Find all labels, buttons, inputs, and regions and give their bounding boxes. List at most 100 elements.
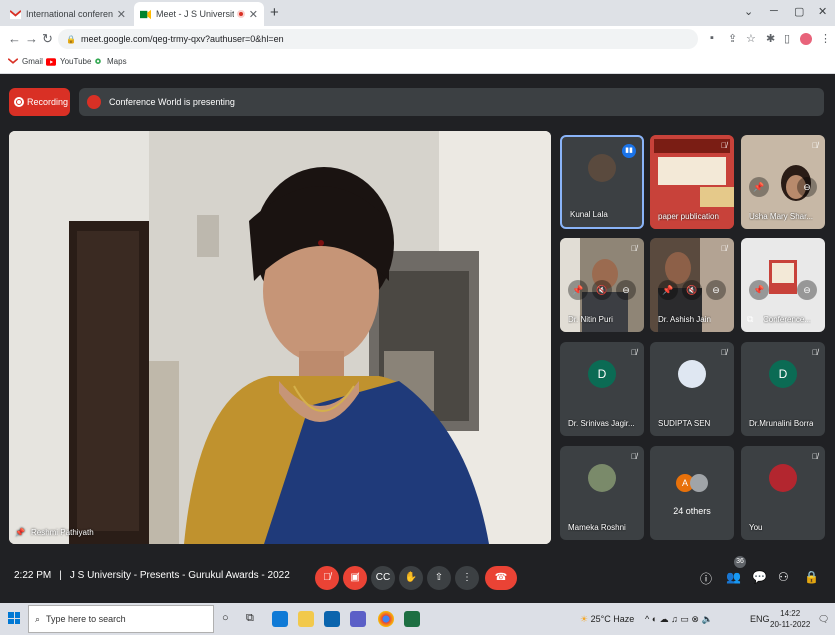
close-icon[interactable]: ✕	[117, 8, 126, 21]
pin-icon[interactable]: 📌	[749, 280, 769, 300]
pin-icon[interactable]: 📌	[568, 280, 588, 300]
participant-tile[interactable]: 🎙̸ SUDIPTA SEN	[650, 342, 734, 436]
forward-icon[interactable]: →	[25, 31, 38, 46]
camera-toggle-button[interactable]: ▣̸	[343, 566, 367, 590]
maximize-button[interactable]: ▢	[794, 5, 804, 18]
participant-tile[interactable]: 🎙̸ paper publication	[650, 135, 734, 229]
tab-meet[interactable]: Meet - J S University - Presen ✕	[134, 2, 264, 26]
tab-mail[interactable]: International conference Mail ✕	[4, 2, 132, 26]
remove-icon[interactable]: ⊖	[616, 280, 636, 300]
bookmark-youtube[interactable]: YouTube	[46, 57, 91, 66]
participant-tile[interactable]: 🎙̸ D Dr. Srinivas Jagir...	[560, 342, 644, 436]
meeting-time: 2:22 PM	[14, 570, 52, 581]
mute-icon[interactable]: 🔇	[682, 280, 702, 300]
chrome-icon[interactable]	[378, 611, 394, 627]
weather-widget[interactable]: ☀ 25°C Haze	[580, 614, 634, 625]
meeting-control-bar: 2:22 PM | J S University - Presents - Gu…	[0, 553, 835, 603]
pin-icon[interactable]: 📌	[749, 177, 769, 197]
camera-icon[interactable]: ▪	[710, 32, 714, 44]
present-button[interactable]: ⇧	[427, 566, 451, 590]
search-icon: ⌕	[35, 613, 41, 624]
participant-tile[interactable]: 🎙̸ Mameka Roshni	[560, 446, 644, 540]
participant-tile[interactable]: 🎙̸ 📌 🔇 ⊖ Dr. Nitin Puri	[560, 238, 644, 332]
participant-tile[interactable]: 🎙̸ 📌 ⊖ Usha Mary Shar...	[741, 135, 825, 229]
new-tab-button[interactable]: +	[270, 4, 279, 21]
muted-mic-icon: 🎙̸	[812, 452, 818, 461]
participant-tile[interactable]: 📌 ⊖ Conference... ⧉	[741, 238, 825, 332]
close-window-button[interactable]: ✕	[818, 5, 827, 18]
url-input[interactable]: 🔒 meet.google.com/qeg-trmy-qxv?authuser=…	[58, 29, 698, 49]
star-icon[interactable]: ☆	[746, 32, 756, 45]
bookmark-maps[interactable]: Maps	[93, 57, 127, 66]
teams-icon[interactable]	[350, 611, 366, 627]
host-controls-icon[interactable]: 🔒	[804, 570, 819, 584]
muted-mic-icon: 🎙̸	[812, 348, 818, 357]
excel-icon[interactable]	[404, 611, 420, 627]
muted-mic-icon: 🎙̸	[631, 452, 637, 461]
remove-icon[interactable]: ⊖	[797, 280, 817, 300]
recording-button[interactable]: Recording	[9, 88, 70, 116]
muted-mic-icon: 🎙̸	[631, 244, 637, 253]
tile-controls: 📌 🔇 ⊖	[568, 280, 636, 300]
info-icon[interactable]: ⓘ	[700, 570, 712, 587]
file-explorer-icon[interactable]	[298, 611, 314, 627]
participant-tile[interactable]: 🎙̸ 📌 🔇 ⊖ Dr. Ashish Jain	[650, 238, 734, 332]
record-icon	[14, 97, 24, 107]
minimize-button[interactable]: ─	[770, 5, 778, 17]
tab-search-icon[interactable]: ⌄	[744, 5, 753, 18]
raise-hand-button[interactable]: ✋	[399, 566, 423, 590]
edge-icon[interactable]	[272, 611, 288, 627]
people-icon[interactable]: 👥	[726, 570, 741, 584]
tab-title: International conference Mail	[26, 9, 113, 19]
windows-start-icon[interactable]	[8, 612, 20, 624]
others-tile[interactable]: A 24 others	[650, 446, 734, 540]
meeting-title: J S University - Presents - Gurukul Awar…	[69, 570, 290, 581]
notification-icon[interactable]: 🗨	[818, 614, 829, 625]
mail-icon[interactable]	[324, 611, 340, 627]
gmail-icon	[10, 9, 21, 19]
pin-icon[interactable]: 📌	[658, 280, 678, 300]
taskbar-search-input[interactable]: ⌕ Type here to search	[28, 605, 214, 633]
reload-icon[interactable]: ↻	[42, 31, 53, 47]
youtube-icon	[46, 57, 56, 66]
activities-icon[interactable]: ⚇	[778, 570, 789, 584]
presenting-banner: Conference World is presenting	[79, 88, 824, 116]
muted-mic-icon: 🎙̸	[721, 244, 727, 253]
participant-avatar	[588, 153, 616, 182]
share-icon[interactable]: ⇪	[728, 32, 737, 45]
participant-avatar	[678, 359, 706, 388]
presenter-avatar-icon	[87, 95, 101, 109]
task-view-icon[interactable]: ⧉	[246, 612, 254, 625]
close-icon[interactable]: ✕	[249, 8, 258, 21]
tile-controls: 📌 ⊖	[749, 280, 817, 300]
muted-mic-icon: 🎙̸	[812, 141, 818, 150]
muted-mic-icon: 🎙̸	[721, 348, 727, 357]
participant-tile[interactable]: 🎙̸ You	[741, 446, 825, 540]
language-indicator[interactable]: ENG	[750, 614, 770, 624]
chat-icon[interactable]: 💬	[752, 570, 767, 584]
end-call-button[interactable]: ☎	[485, 566, 517, 590]
mic-toggle-button[interactable]: 🎙̸	[315, 566, 339, 590]
self-avatar	[769, 463, 797, 492]
participant-tile[interactable]: ▮▮ Kunal Lala	[560, 135, 644, 229]
participant-tile[interactable]: 🎙̸ D Dr.Mrunalini Borra	[741, 342, 825, 436]
tray-icons[interactable]: ^ ◐ ☁ ♫ ▭ ⊗ 🔈	[645, 614, 713, 625]
sidepanel-icon[interactable]: ▯	[784, 32, 790, 45]
remove-icon[interactable]: ⊖	[706, 280, 726, 300]
mute-icon[interactable]: 🔇	[592, 280, 612, 300]
menu-icon[interactable]: ⋮	[820, 32, 831, 45]
taskbar-clock[interactable]: 14:22 20-11-2022	[770, 608, 810, 630]
back-icon[interactable]: ←	[8, 31, 21, 46]
more-options-button[interactable]: ⋮	[455, 566, 479, 590]
participant-count-badge: 36	[734, 556, 746, 568]
remove-icon[interactable]: ⊖	[797, 177, 817, 197]
meet-icon	[140, 9, 151, 19]
cortana-icon[interactable]: ○	[222, 612, 229, 624]
extensions-icon[interactable]: ✱	[766, 32, 775, 45]
bookmark-gmail[interactable]: Gmail	[8, 57, 43, 66]
pin-icon[interactable]: 📌	[15, 528, 25, 537]
captions-button[interactable]: CC	[371, 566, 395, 590]
muted-mic-icon: 🎙̸	[721, 141, 727, 150]
profile-avatar[interactable]	[800, 33, 812, 45]
main-speaker-video[interactable]: 📌 Reshmi Pathiyath	[9, 131, 551, 544]
